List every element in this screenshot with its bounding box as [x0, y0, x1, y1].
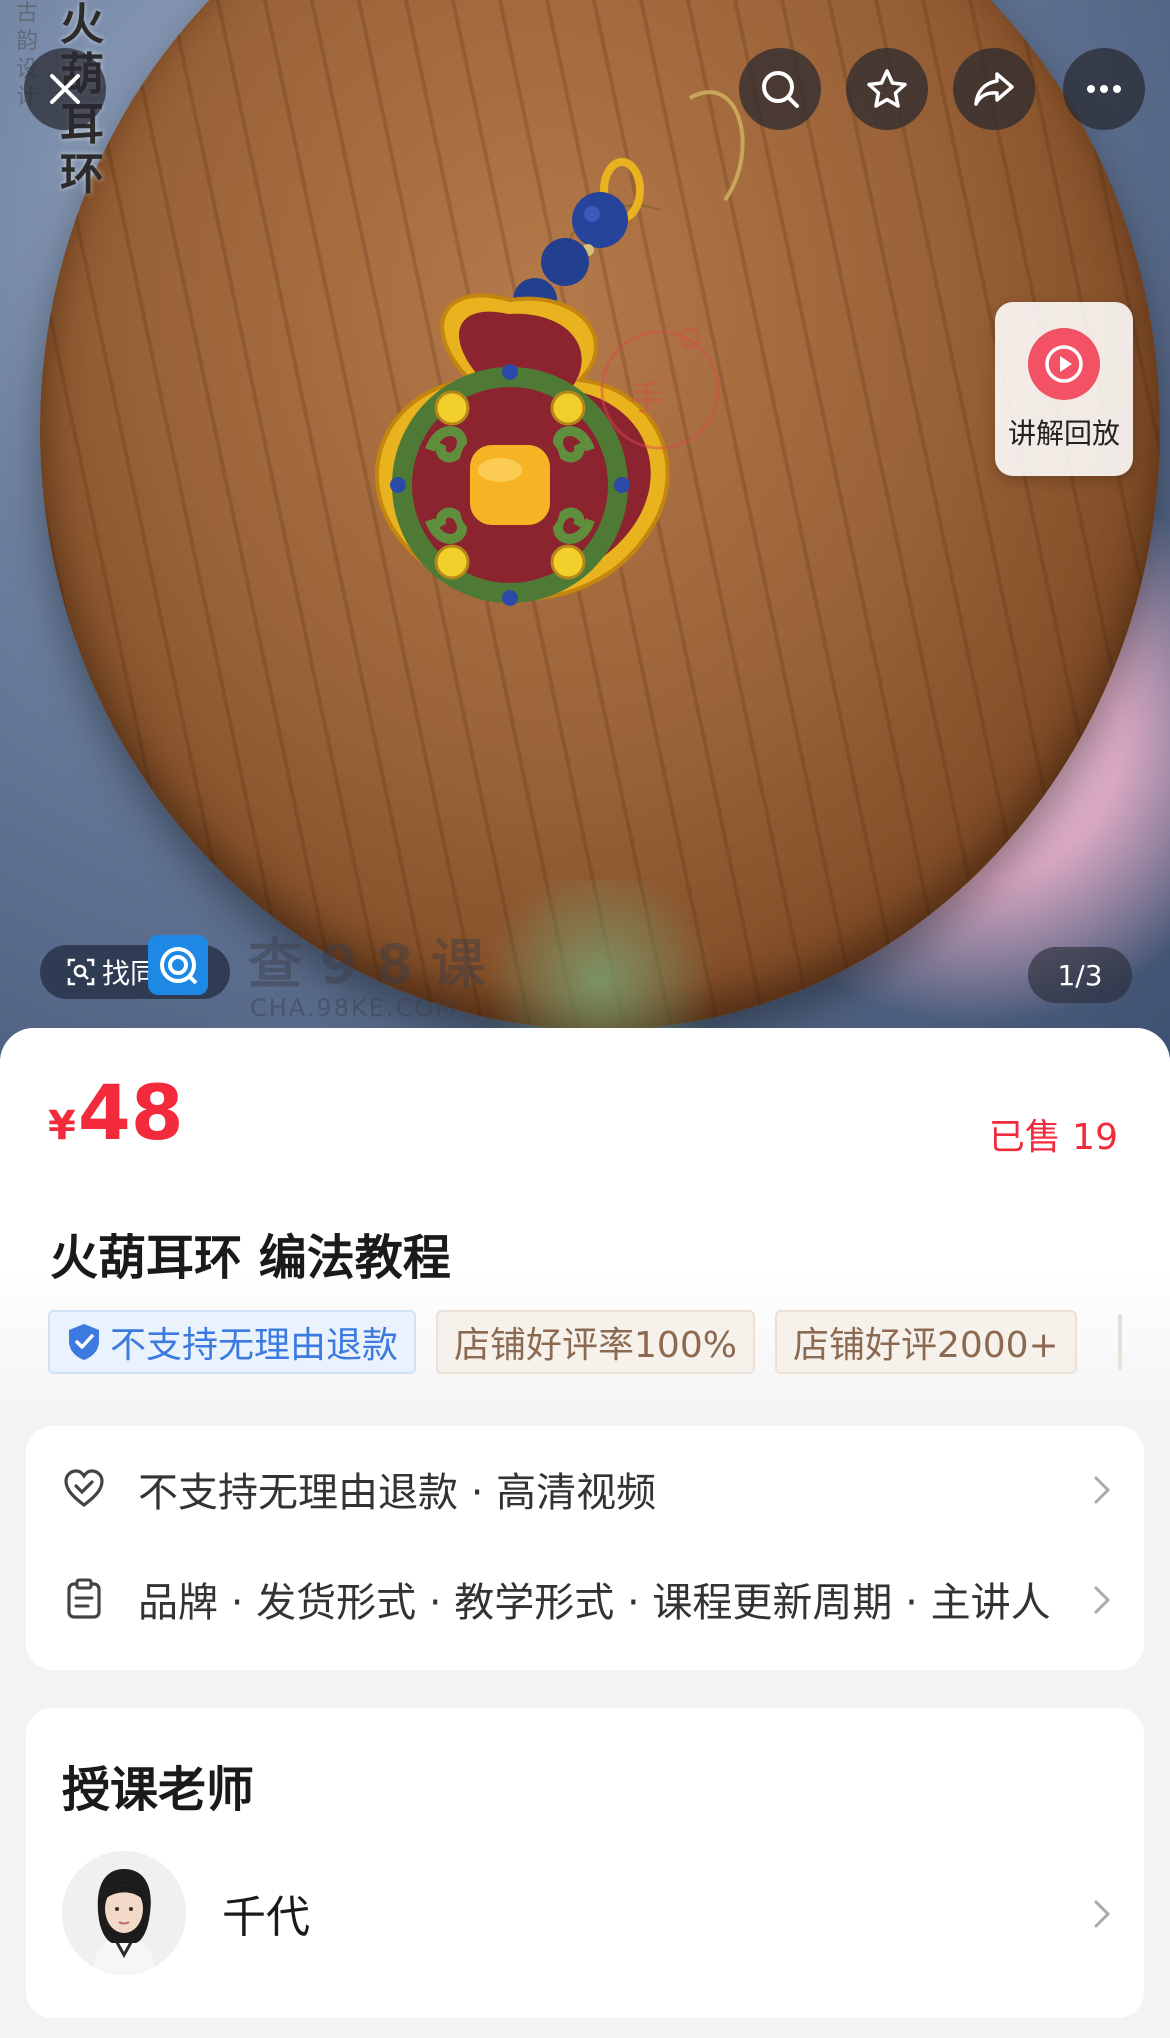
price-currency: ¥ — [48, 1103, 76, 1149]
watermark-url: CHA.98KE.COM — [250, 994, 458, 1022]
close-button[interactable] — [24, 48, 106, 130]
earring-image: 手 — [374, 90, 745, 606]
price-value: 48 — [77, 1068, 184, 1157]
watermark-logo-icon — [148, 935, 208, 995]
star-icon — [867, 69, 907, 108]
clipboard-icon — [67, 1578, 101, 1619]
tag-label: 不支持无理由退款 — [110, 1325, 399, 1366]
teacher-name: 千代 — [222, 1892, 310, 1943]
heart-check-icon — [64, 1469, 104, 1508]
tag-rating-rate[interactable]: 店铺好评率100% — [436, 1310, 755, 1374]
params-row-text: 品牌 · 发货形式 · 教学形式 · 课程更新周期 · 主讲人 — [138, 1580, 1051, 1626]
more-icon — [1087, 85, 1121, 93]
scan-icon — [67, 958, 95, 986]
share-icon — [974, 72, 1014, 106]
price: ¥ 48 — [48, 1070, 184, 1156]
tag-label: 店铺好评率100% — [454, 1325, 737, 1366]
image-page-indicator: 1/3 — [1028, 947, 1132, 1003]
replay-label: 讲解回放 — [1007, 417, 1120, 450]
svg-text:手: 手 — [630, 379, 664, 419]
teacher-avatar — [62, 1851, 186, 1975]
watermark-text: 查98课 — [248, 933, 504, 996]
close-icon — [50, 74, 80, 104]
product-title: 火葫耳环 编法教程 — [50, 1230, 451, 1286]
chevron-right-icon — [1094, 1586, 1111, 1614]
shield-check-icon — [69, 1324, 99, 1360]
tag-label: 店铺好评2000+ — [792, 1325, 1059, 1366]
teacher-card: 授课老师 千代 — [26, 1708, 1144, 2018]
more-tags-edge — [1118, 1314, 1122, 1370]
tag-rating-count[interactable]: 店铺好评2000+ — [774, 1310, 1077, 1374]
params-row[interactable]: 品牌 · 发货形式 · 教学形式 · 课程更新周期 · 主讲人 — [26, 1554, 1144, 1644]
service-row-text: 不支持无理由退款 · 高清视频 — [138, 1470, 657, 1516]
share-button[interactable] — [953, 48, 1035, 130]
product-image-carousel[interactable]: 手 古韵设计 火葫耳环 — [0, 0, 1170, 1060]
chevron-right-icon — [1094, 1476, 1111, 1504]
play-icon — [1028, 328, 1100, 400]
product-detail-sheet: ¥ 48 已售 19 火葫耳环 编法教程 不支持无理由退款 店铺好评率100% … — [0, 1028, 1170, 2038]
favorite-button[interactable] — [846, 48, 928, 130]
chevron-right-icon — [1094, 1900, 1111, 1928]
sold-count: 已售 19 — [988, 1117, 1118, 1158]
search-button[interactable] — [739, 48, 821, 130]
service-row[interactable]: 不支持无理由退款 · 高清视频 — [26, 1444, 1144, 1534]
tag-no-refund[interactable]: 不支持无理由退款 — [48, 1310, 417, 1374]
service-info-card: 不支持无理由退款 · 高清视频 品牌 · 发货形式 · 教学形式 · 课程更新周… — [26, 1426, 1144, 1670]
teacher-section-heading: 授课老师 — [62, 1762, 255, 1818]
search-icon — [762, 71, 799, 108]
teacher-row[interactable]: 千代 — [26, 1848, 1144, 1978]
tag-list: 不支持无理由退款 店铺好评率100% 店铺好评2000+ — [48, 1310, 1077, 1374]
replay-button[interactable]: 讲解回放 — [995, 302, 1133, 476]
more-button[interactable] — [1063, 48, 1145, 130]
